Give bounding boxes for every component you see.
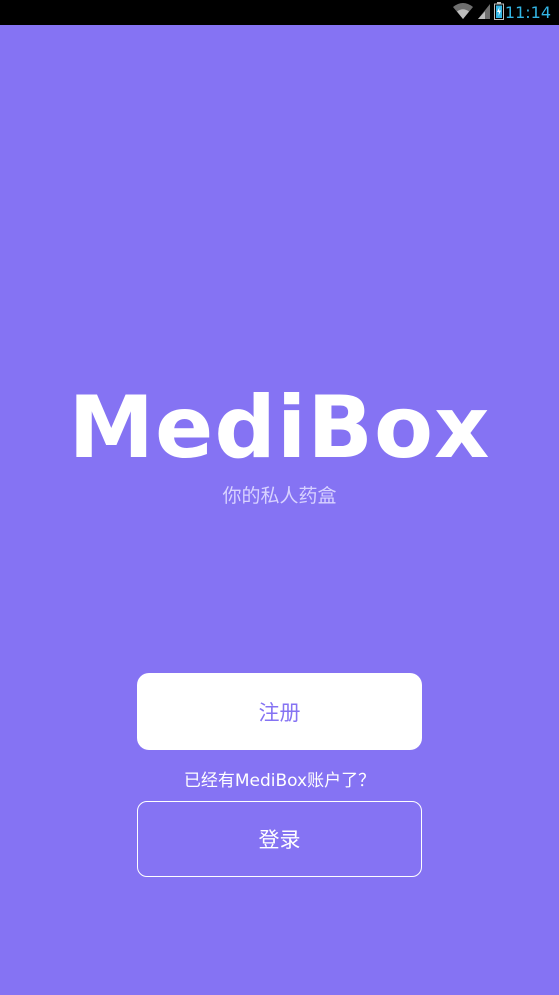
wifi-icon (452, 2, 474, 24)
welcome-screen: 11:14 MediBox 你的私人药盒 注册 已经有MediBox账户了？ 登… (0, 0, 559, 995)
battery-icon (494, 2, 504, 24)
app-tagline: 你的私人药盒 (222, 485, 337, 507)
register-button[interactable]: 注册 (137, 673, 422, 750)
status-icons (452, 2, 504, 24)
account-hint-text: 已经有MediBox账户了？ (183, 771, 376, 791)
signal-icon (477, 2, 491, 24)
status-time: 11:14 (504, 3, 551, 22)
app-logo: MediBox (68, 378, 491, 478)
login-button[interactable]: 登录 (137, 801, 422, 877)
status-bar: 11:14 (0, 0, 559, 25)
